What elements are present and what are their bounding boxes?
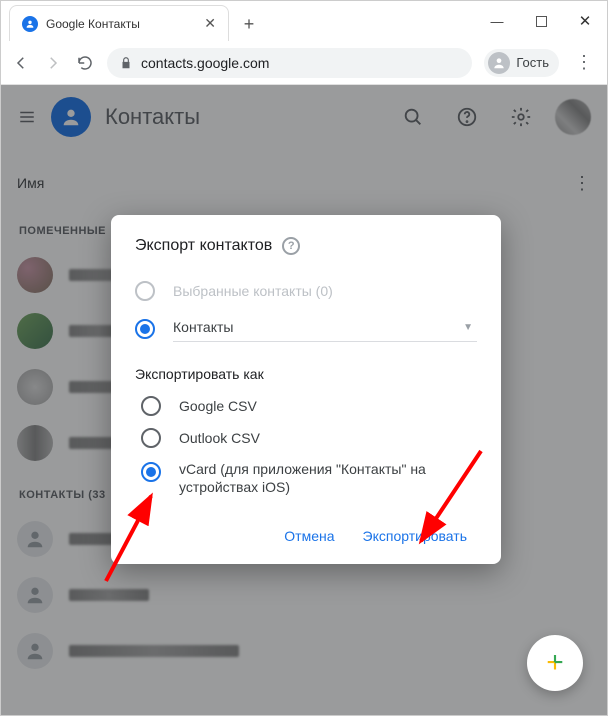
format-label: vCard (для приложения "Контакты" на устр… [179, 460, 477, 496]
guest-avatar-icon [488, 52, 510, 74]
export-as-label: Экспортировать как [135, 366, 477, 382]
format-label: Outlook CSV [179, 430, 260, 446]
url-text: contacts.google.com [141, 55, 269, 71]
dialog-help-icon[interactable]: ? [282, 237, 300, 255]
radio-icon [135, 281, 155, 301]
browser-toolbar: contacts.google.com Гость ⋮ [1, 41, 607, 85]
dialog-title: Экспорт контактов [135, 237, 272, 255]
browser-tab[interactable]: Google Контакты ✕ [9, 5, 229, 41]
window-titlebar: Google Контакты ✕ + [1, 1, 607, 41]
radio-icon[interactable] [141, 396, 161, 416]
format-outlook-csv[interactable]: Outlook CSV [141, 422, 477, 454]
format-label: Google CSV [179, 398, 257, 414]
option-selected-contacts: Выбранные контакты (0) [135, 273, 477, 309]
plus-icon: + [546, 646, 564, 680]
back-button[interactable] [11, 53, 31, 73]
radio-icon[interactable] [135, 319, 155, 339]
chevron-down-icon: ▼ [463, 322, 473, 333]
new-tab-button[interactable]: + [235, 7, 263, 41]
option-label: Выбранные контакты (0) [173, 283, 333, 299]
close-tab-icon[interactable]: ✕ [204, 15, 216, 32]
export-dialog: Экспорт контактов ? Выбранные контакты (… [111, 215, 501, 564]
browser-menu-button[interactable]: ⋮ [571, 52, 597, 73]
contacts-favicon [22, 16, 38, 32]
profile-chip[interactable]: Гость [484, 49, 559, 77]
tab-title: Google Контакты [46, 17, 196, 31]
radio-icon[interactable] [141, 428, 161, 448]
create-contact-fab[interactable]: + [527, 635, 583, 691]
reload-button[interactable] [75, 53, 95, 73]
window-close-button[interactable] [563, 6, 607, 36]
dropdown-value: Контакты [173, 319, 233, 335]
radio-icon[interactable] [141, 462, 161, 482]
lock-icon [119, 56, 133, 70]
cancel-button[interactable]: Отмена [274, 520, 344, 552]
contacts-dropdown[interactable]: Контакты ▼ [173, 315, 477, 342]
option-contacts-dropdown[interactable]: Контакты ▼ [135, 309, 477, 348]
window-maximize-button[interactable] [519, 6, 563, 36]
forward-button[interactable] [43, 53, 63, 73]
format-google-csv[interactable]: Google CSV [141, 390, 477, 422]
format-vcard[interactable]: vCard (для приложения "Контакты" на устр… [141, 454, 477, 502]
address-bar[interactable]: contacts.google.com [107, 48, 472, 78]
guest-label: Гость [516, 55, 549, 70]
export-button[interactable]: Экспортировать [353, 520, 477, 552]
window-minimize-button[interactable] [475, 6, 519, 36]
